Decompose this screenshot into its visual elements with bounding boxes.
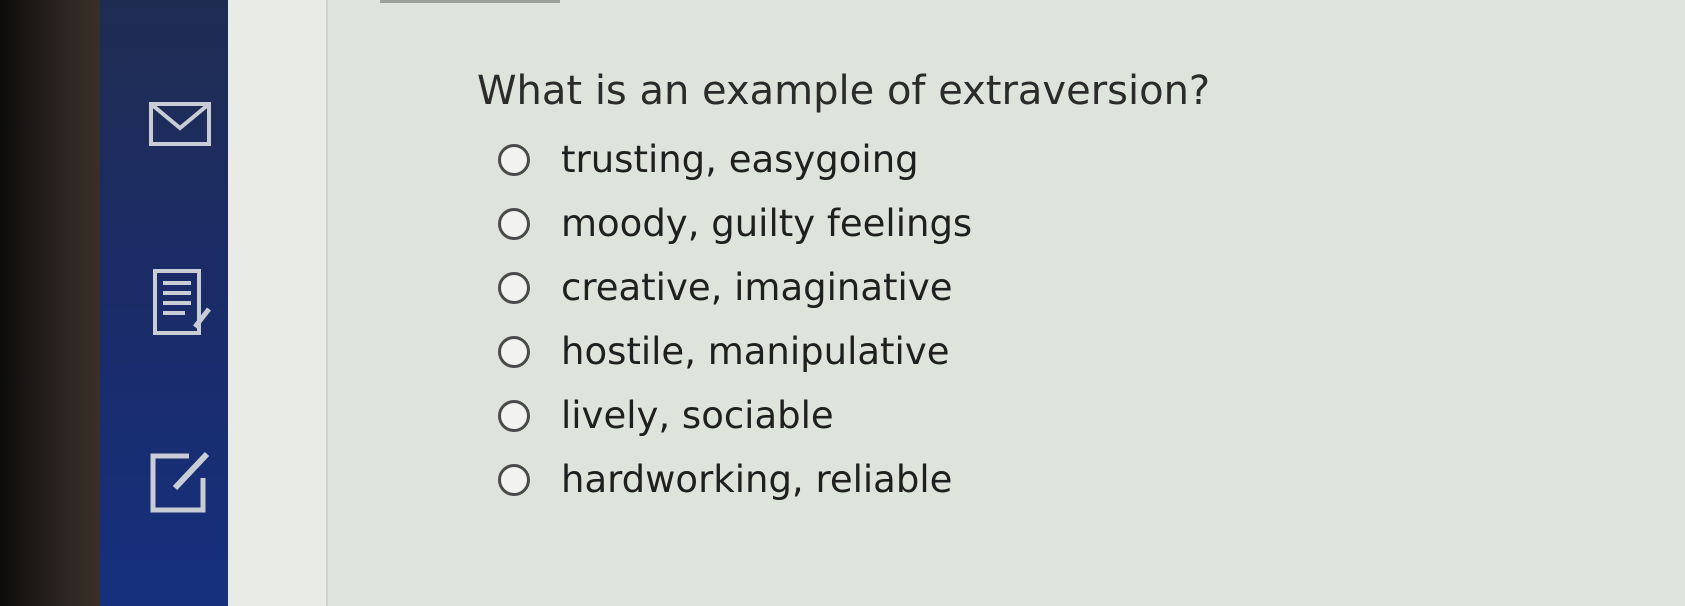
option-label: hostile, manipulative <box>561 330 950 373</box>
content-margin <box>228 0 328 606</box>
mail-icon[interactable] <box>145 90 215 160</box>
answer-option-5[interactable]: lively, sociable <box>498 394 834 437</box>
question-text: What is an example of extraversion? <box>477 68 1211 114</box>
device-bezel <box>0 0 100 606</box>
radio-button[interactable] <box>498 335 530 368</box>
option-label: creative, imaginative <box>561 266 953 309</box>
radio-button[interactable] <box>498 207 530 240</box>
radio-button[interactable] <box>498 271 530 304</box>
radio-button[interactable] <box>498 143 530 176</box>
option-label: hardworking, reliable <box>561 458 953 501</box>
option-label: trusting, easygoing <box>561 138 919 181</box>
option-label: lively, sociable <box>561 394 834 437</box>
answer-option-4[interactable]: hostile, manipulative <box>498 330 950 373</box>
divider <box>380 0 560 3</box>
answer-option-3[interactable]: creative, imaginative <box>498 266 952 309</box>
radio-button[interactable] <box>498 463 530 496</box>
edit-icon[interactable] <box>145 448 215 518</box>
answer-option-6[interactable]: hardworking, reliable <box>498 458 952 501</box>
answer-option-2[interactable]: moody, guilty feelings <box>498 202 972 245</box>
radio-button[interactable] <box>498 399 530 432</box>
notes-icon[interactable] <box>145 267 215 337</box>
answer-option-1[interactable]: trusting, easygoing <box>498 138 919 181</box>
option-label: moody, guilty feelings <box>561 202 973 245</box>
